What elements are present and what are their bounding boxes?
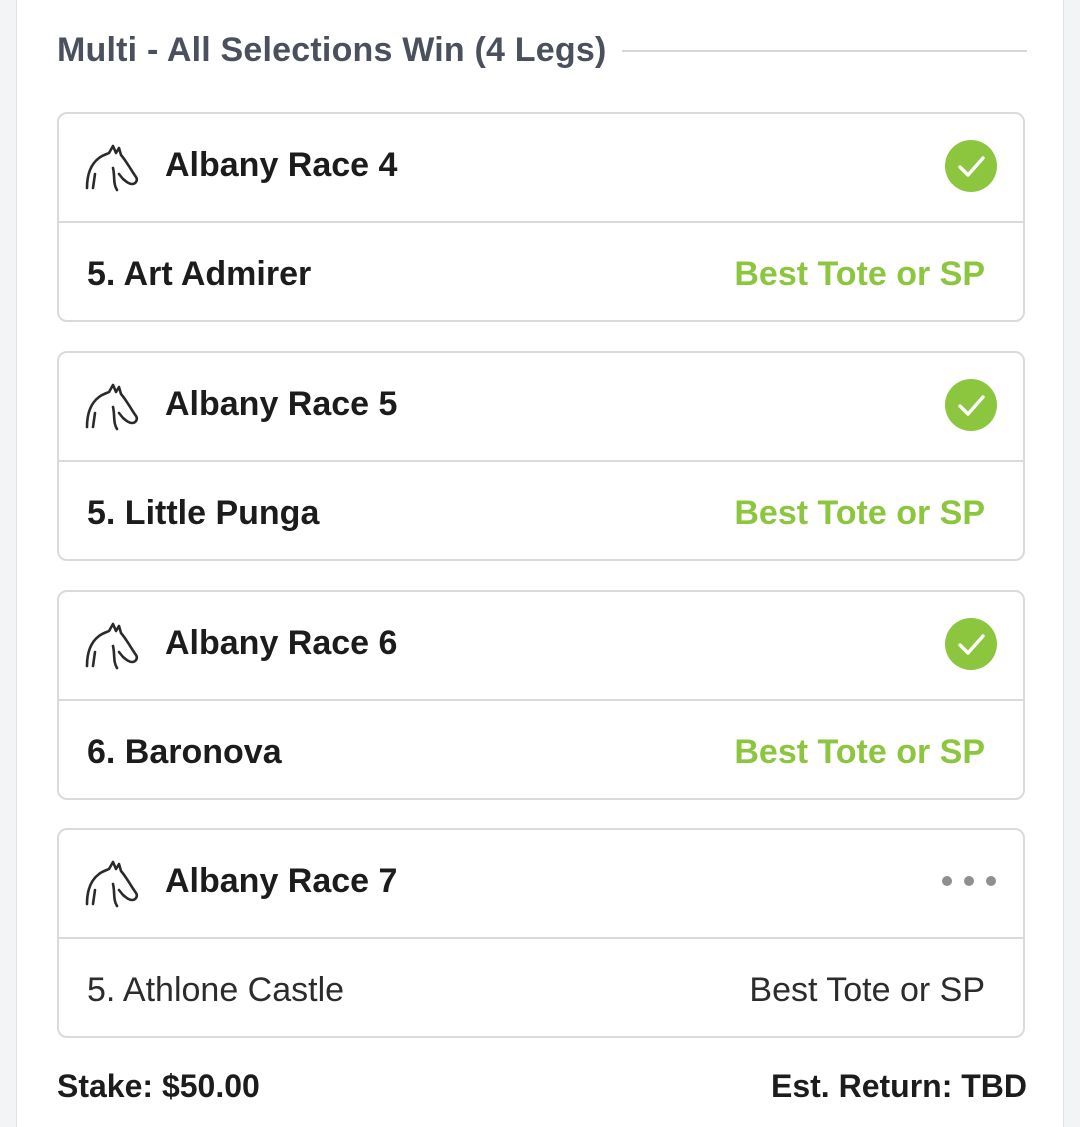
horse-head-icon <box>85 144 139 192</box>
est-return-label: Est. Return: TBD <box>771 1068 1027 1104</box>
selection-name: 5. Athlone Castle <box>87 971 345 1009</box>
leg-race-row: Albany Race 4 <box>59 114 1023 223</box>
horse-head-icon <box>85 622 139 670</box>
bet-type-label: Best Tote or SP <box>734 494 985 532</box>
selection-name: 5. Little Punga <box>87 494 320 532</box>
check-circle-icon <box>945 140 997 192</box>
check-circle-icon <box>945 379 997 431</box>
leg-race-row: Albany Race 5 <box>59 353 1023 462</box>
leg-selection-row: 5. Athlone Castle Best Tote or SP <box>59 939 1023 1038</box>
bet-type-label: Best Tote or SP <box>749 971 985 1009</box>
leg-card[interactable]: Albany Race 7 5. Athlone Castle Best Tot… <box>57 828 1025 1038</box>
selection-name: 6. Baronova <box>87 733 282 771</box>
ellipsis-icon <box>942 876 996 886</box>
header-divider <box>622 50 1027 52</box>
bet-type-label: Best Tote or SP <box>734 733 985 771</box>
bet-footer: Stake: $50.00 Est. Return: TBD <box>57 1068 1027 1105</box>
bet-panel: Multi - All Selections Win (4 Legs) Alba… <box>16 0 1064 1127</box>
race-name: Albany Race 5 <box>165 385 398 423</box>
leg-race-row: Albany Race 7 <box>59 830 1023 939</box>
leg-selection-row: 5. Little Punga Best Tote or SP <box>59 462 1023 561</box>
bet-type-label: Best Tote or SP <box>734 255 985 293</box>
leg-selection-row: 6. Baronova Best Tote or SP <box>59 701 1023 800</box>
leg-card[interactable]: Albany Race 4 5. Art Admirer Best Tote o… <box>57 112 1025 322</box>
horse-head-icon <box>85 383 139 431</box>
selection-name: 5. Art Admirer <box>87 255 312 293</box>
leg-card[interactable]: Albany Race 5 5. Little Punga Best Tote … <box>57 351 1025 561</box>
check-circle-icon <box>945 618 997 670</box>
stake-label: Stake: $50.00 <box>57 1068 260 1104</box>
race-name: Albany Race 4 <box>165 146 398 184</box>
race-name: Albany Race 6 <box>165 624 398 662</box>
leg-card[interactable]: Albany Race 6 6. Baronova Best Tote or S… <box>57 590 1025 800</box>
leg-race-row: Albany Race 6 <box>59 592 1023 701</box>
leg-selection-row: 5. Art Admirer Best Tote or SP <box>59 223 1023 322</box>
bet-title: Multi - All Selections Win (4 Legs) <box>57 30 607 69</box>
race-name: Albany Race 7 <box>165 862 398 900</box>
horse-head-icon <box>85 860 139 908</box>
bet-header: Multi - All Selections Win (4 Legs) <box>57 28 1027 72</box>
